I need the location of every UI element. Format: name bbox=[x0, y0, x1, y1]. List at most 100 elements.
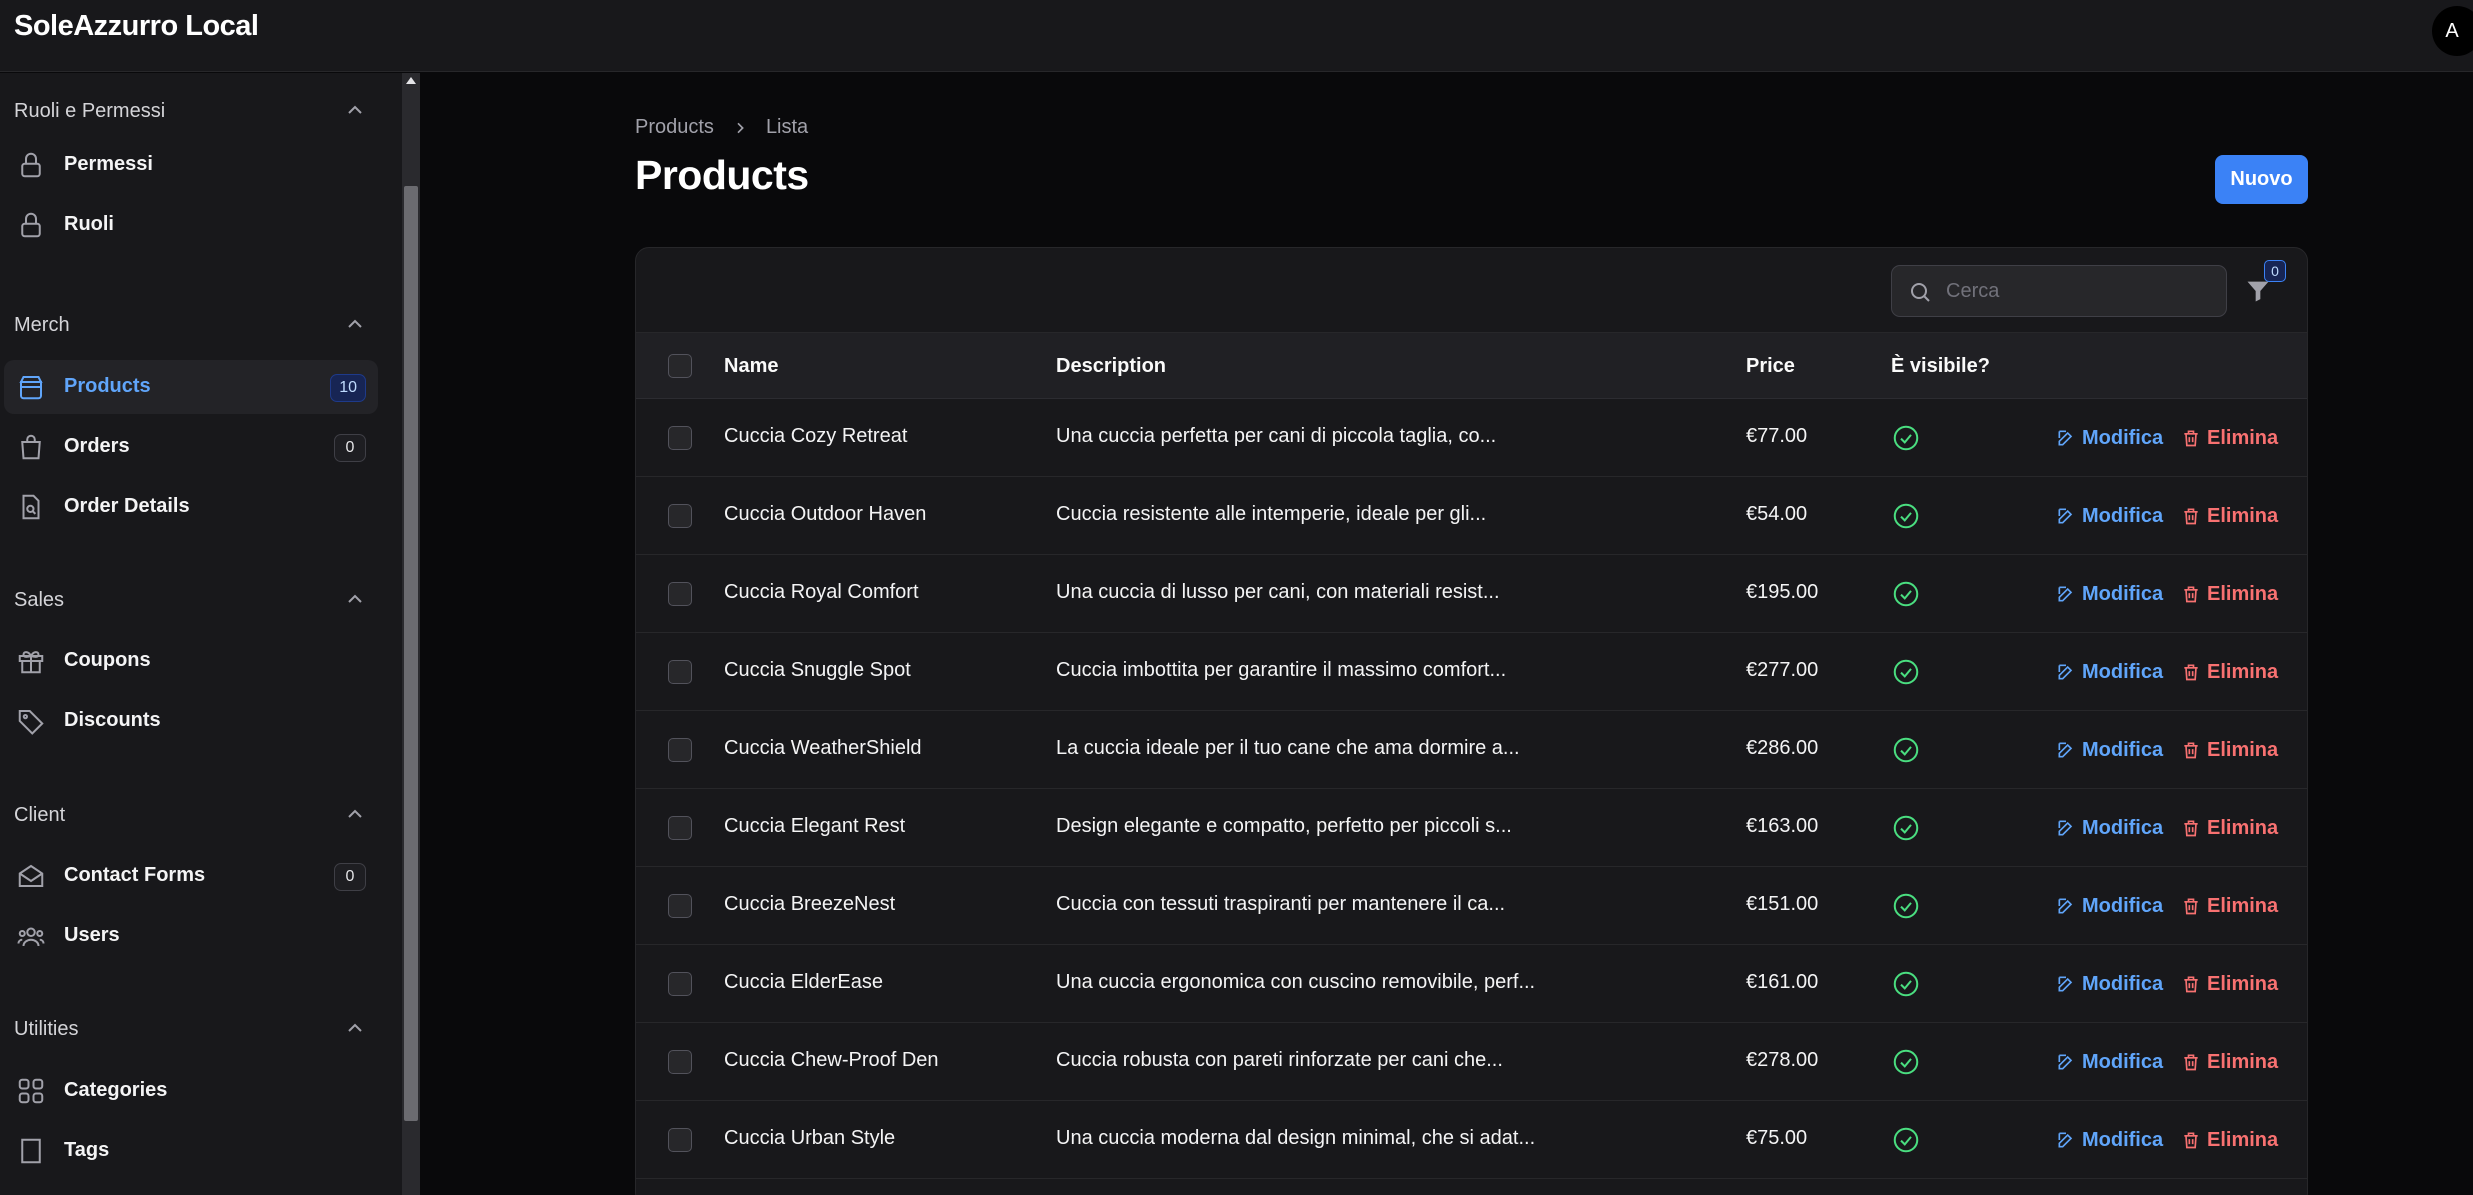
group-title-ruoli-permessi[interactable]: Ruoli e Permessi bbox=[14, 100, 165, 123]
row-checkbox[interactable] bbox=[668, 660, 692, 684]
sidebar-item-coupons[interactable]: Coupons bbox=[4, 634, 378, 688]
delete-button[interactable]: Elimina bbox=[2181, 502, 2278, 530]
edit-button[interactable]: Modifica bbox=[2056, 1126, 2163, 1154]
group-title-merch[interactable]: Merch bbox=[14, 314, 70, 337]
table-row[interactable]: Cuccia Snuggle Spot Cuccia imbottita per … bbox=[636, 633, 2307, 711]
sidebar-item-contact-forms[interactable]: Contact Forms 0 bbox=[4, 849, 378, 903]
row-checkbox[interactable] bbox=[668, 426, 692, 450]
row-checkbox[interactable] bbox=[668, 972, 692, 996]
group-title-sales[interactable]: Sales bbox=[14, 589, 64, 612]
search-input[interactable] bbox=[1946, 276, 2206, 306]
sidebar-item-tags[interactable]: Tags bbox=[4, 1124, 378, 1178]
delete-button[interactable]: Elimina bbox=[2181, 658, 2278, 686]
delete-label: Elimina bbox=[2207, 504, 2279, 527]
chevron-up-icon[interactable] bbox=[343, 802, 367, 826]
table-row[interactable]: Cuccia Chew-Proof Den Cuccia robusta con … bbox=[636, 1023, 2307, 1101]
delete-button[interactable]: Elimina bbox=[2181, 1048, 2278, 1076]
breadcrumb-lista: Lista bbox=[765, 116, 809, 138]
edit-button[interactable]: Modifica bbox=[2056, 424, 2163, 452]
delete-button[interactable]: Elimina bbox=[2181, 736, 2278, 764]
column-header-name[interactable]: Name bbox=[724, 355, 778, 378]
column-header-price[interactable]: Price bbox=[1746, 355, 1795, 378]
table-row[interactable]: Cuccia WeatherShield La cuccia ideale per… bbox=[636, 711, 2307, 789]
trash-icon bbox=[2184, 898, 2198, 915]
chevron-up-icon[interactable] bbox=[343, 1016, 367, 1040]
delete-label: Elimina bbox=[2207, 972, 2279, 995]
edit-button[interactable]: Modifica bbox=[2056, 970, 2163, 998]
sidebar-item-discounts[interactable]: Discounts bbox=[4, 694, 378, 748]
sidebar-item-order-details[interactable]: Order Details bbox=[4, 480, 378, 534]
lock-icon bbox=[21, 152, 41, 178]
sidebar-scrollbar[interactable] bbox=[402, 73, 420, 1195]
row-checkbox[interactable] bbox=[668, 582, 692, 606]
column-header-description[interactable]: Description bbox=[1056, 355, 1166, 378]
edit-button[interactable]: Modifica bbox=[2056, 580, 2163, 608]
new-button[interactable]: Nuovo bbox=[2215, 155, 2308, 204]
edit-icon bbox=[2058, 664, 2073, 680]
product-price: €163.00 bbox=[1746, 815, 1819, 837]
delete-button[interactable]: Elimina bbox=[2181, 970, 2278, 998]
delete-button[interactable]: Elimina bbox=[2181, 424, 2278, 452]
chevron-up-icon[interactable] bbox=[343, 312, 367, 336]
sidebar-item-ruoli[interactable]: Ruoli bbox=[4, 198, 378, 252]
sidebar-item-label: Users bbox=[64, 924, 120, 946]
delete-button[interactable]: Elimina bbox=[2181, 814, 2278, 842]
squares-icon bbox=[18, 1078, 44, 1104]
row-checkbox[interactable] bbox=[668, 894, 692, 918]
select-all-checkbox[interactable] bbox=[668, 354, 692, 378]
sidebar-item-permessi[interactable]: Permessi bbox=[4, 138, 378, 192]
delete-button[interactable]: Elimina bbox=[2181, 580, 2278, 608]
count-badge: 10 bbox=[330, 374, 366, 402]
edit-button[interactable]: Modifica bbox=[2056, 736, 2163, 764]
trash-icon bbox=[2184, 820, 2198, 837]
edit-button[interactable]: Modifica bbox=[2056, 658, 2163, 686]
bookmark-icon bbox=[21, 1138, 41, 1164]
sidebar-item-label: Products bbox=[64, 375, 151, 397]
chevron-up-icon[interactable] bbox=[343, 98, 367, 122]
sidebar-item-orders[interactable]: Orders 0 bbox=[4, 420, 378, 474]
product-description: Una cuccia ergonomica con cuscino removi… bbox=[1056, 971, 1536, 993]
group-title-utilities[interactable]: Utilities bbox=[14, 1018, 78, 1041]
group-title-client[interactable]: Client bbox=[14, 804, 65, 827]
table-row[interactable]: Cuccia Urban Style Una cuccia moderna dal… bbox=[636, 1101, 2307, 1179]
row-checkbox[interactable] bbox=[668, 816, 692, 840]
edit-button[interactable]: Modifica bbox=[2056, 892, 2163, 920]
search-box[interactable] bbox=[1891, 265, 2227, 317]
sidebar-item-users[interactable]: Users bbox=[4, 909, 378, 963]
trash-icon bbox=[2184, 586, 2198, 603]
edit-icon bbox=[2058, 820, 2073, 836]
chevron-up-icon[interactable] bbox=[343, 587, 367, 611]
sidebar-item-categories[interactable]: Categories bbox=[4, 1064, 378, 1118]
edit-button[interactable]: Modifica bbox=[2056, 814, 2163, 842]
edit-icon bbox=[2058, 1054, 2073, 1070]
delete-label: Elimina bbox=[2207, 1128, 2279, 1151]
table-row[interactable]: Cuccia Cozy Retreat Una cuccia perfetta p… bbox=[636, 399, 2307, 477]
column-header-visible[interactable]: È visibile? bbox=[1891, 355, 1990, 378]
row-checkbox[interactable] bbox=[668, 738, 692, 762]
edit-label: Modifica bbox=[2082, 816, 2164, 839]
table-row[interactable]: Cuccia Royal Comfort Una cuccia di lusso … bbox=[636, 555, 2307, 633]
product-name: Cuccia BreezeNest bbox=[724, 893, 896, 915]
product-description: La cuccia ideale per il tuo cane che ama… bbox=[1056, 737, 1520, 759]
sidebar-item-products[interactable]: Products 10 bbox=[4, 360, 378, 414]
edit-button[interactable]: Modifica bbox=[2056, 1048, 2163, 1076]
table-row[interactable]: Cuccia Outdoor Haven Cuccia resistente al… bbox=[636, 477, 2307, 555]
user-avatar[interactable]: A bbox=[2432, 6, 2473, 56]
edit-icon bbox=[2058, 976, 2073, 992]
table-header: Name Description Price È visibile? bbox=[636, 333, 2307, 399]
row-checkbox[interactable] bbox=[668, 1128, 692, 1152]
delete-label: Elimina bbox=[2207, 1050, 2279, 1073]
table-row[interactable]: Cuccia ElderEase Una cuccia ergonomica co… bbox=[636, 945, 2307, 1023]
scroll-up-arrow[interactable] bbox=[406, 77, 416, 84]
scrollbar-thumb[interactable] bbox=[404, 186, 418, 1121]
table-row[interactable]: Cuccia Elegant Rest Design elegante e com… bbox=[636, 789, 2307, 867]
product-price: €54.00 bbox=[1746, 503, 1808, 525]
table-row[interactable]: Cuccia BreezeNest Cuccia con tessuti tras… bbox=[636, 867, 2307, 945]
row-checkbox[interactable] bbox=[668, 504, 692, 528]
breadcrumb-products[interactable]: Products bbox=[635, 116, 714, 139]
row-checkbox[interactable] bbox=[668, 1050, 692, 1074]
delete-button[interactable]: Elimina bbox=[2181, 892, 2278, 920]
delete-button[interactable]: Elimina bbox=[2181, 1126, 2278, 1154]
edit-button[interactable]: Modifica bbox=[2056, 502, 2163, 530]
app-title[interactable]: SoleAzzurro Local bbox=[14, 10, 259, 43]
